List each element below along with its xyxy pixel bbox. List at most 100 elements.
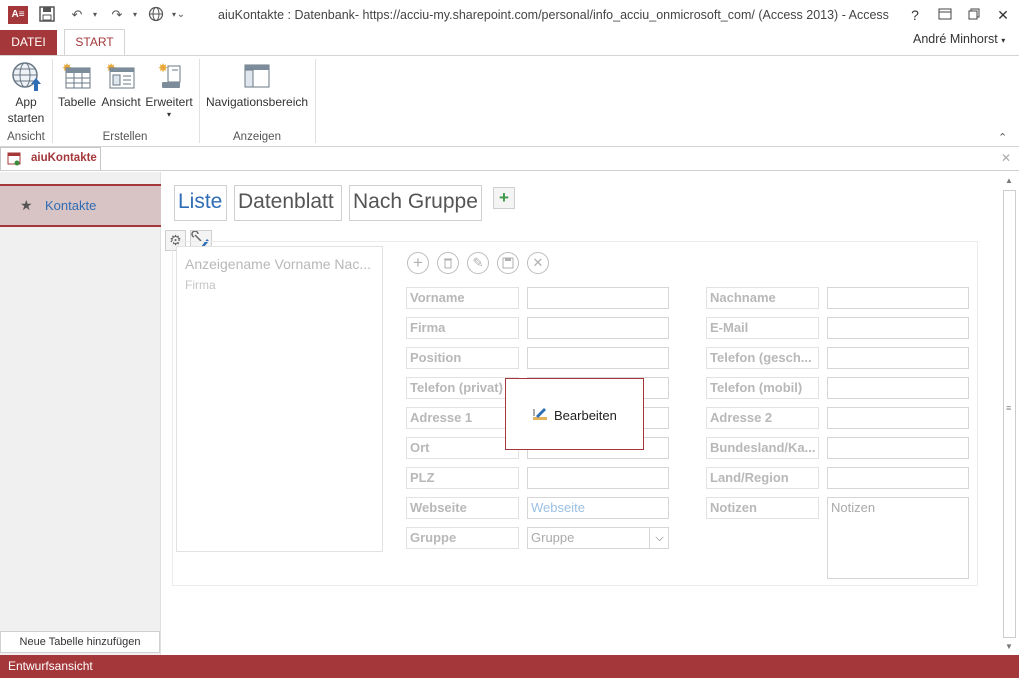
gruppe-dropdown-value: Gruppe	[531, 530, 575, 545]
label-gruppe: Gruppe	[406, 527, 519, 549]
label-position: Position	[406, 347, 519, 369]
field-adresse-2[interactable]	[827, 407, 969, 429]
user-label: André Minhorst	[913, 32, 998, 46]
scroll-up-icon[interactable]: ▲	[1005, 176, 1013, 185]
redo-icon[interactable]: ↷	[108, 6, 126, 24]
erweitert-button[interactable]: ✸ Erweitert ▾	[144, 60, 194, 126]
list-control[interactable]: Anzeigename Vorname Nac... Firma	[176, 246, 383, 552]
label-vorname: Vorname	[406, 287, 519, 309]
window-title: aiuKontakte : Datenbank- https://acciu-m…	[218, 8, 889, 22]
view-tab-liste[interactable]: Liste	[174, 185, 227, 221]
label-telefon-mobil: Telefon (mobil)	[706, 377, 819, 399]
label-ort: Ort	[406, 437, 519, 459]
field-notizen[interactable]: Notizen	[827, 497, 969, 579]
add-view-button[interactable]: +	[493, 187, 515, 209]
field-gruppe-dropdown[interactable]: Gruppe ⌵	[527, 527, 669, 549]
erweitert-label: Erweitert	[145, 95, 193, 109]
field-firma[interactable]	[527, 317, 669, 339]
app-starten-button[interactable]: App starten	[6, 60, 46, 128]
nav-item-kontakte[interactable]: ★ Kontakte	[0, 184, 161, 227]
document-tab-label: aiuKontakte	[31, 152, 97, 164]
vertical-scrollbar[interactable]: ▲ ≡ ▼	[1001, 172, 1019, 655]
list-title: Anzeigename Vorname Nac...	[185, 256, 371, 272]
field-vorname[interactable]	[527, 287, 669, 309]
group-separator	[199, 59, 200, 143]
scrollbar-thumb[interactable]: ≡	[1003, 190, 1016, 638]
user-dropdown-icon: ▾	[1001, 36, 1006, 45]
field-bundesland[interactable]	[827, 437, 969, 459]
label-adresse-1: Adresse 1	[406, 407, 519, 429]
undo-icon[interactable]: ↶	[68, 6, 86, 24]
edit-record-icon[interactable]: ✎	[467, 252, 489, 274]
label-email: E-Mail	[706, 317, 819, 339]
scroll-down-icon[interactable]: ▼	[1005, 642, 1013, 651]
tabelle-button[interactable]: ✸ Tabelle	[56, 60, 98, 120]
ansicht-button[interactable]: ✸ Ansicht	[100, 60, 142, 120]
customize-qat-icon[interactable]: ⌄	[172, 6, 190, 24]
label-webseite: Webseite	[406, 497, 519, 519]
status-text: Entwurfsansicht	[8, 659, 93, 673]
label-firma: Firma	[406, 317, 519, 339]
navigationsbereich-label: Navigationsbereich	[205, 95, 309, 109]
globe-arrow-icon	[6, 60, 46, 94]
view-tab-datenblatt[interactable]: Datenblatt	[234, 185, 342, 221]
status-bar: Entwurfsansicht	[0, 655, 1019, 678]
field-email[interactable]	[827, 317, 969, 339]
group-separator	[315, 59, 316, 143]
group-label-erstellen: Erstellen	[102, 131, 148, 143]
advanced-icon: ✸	[144, 60, 194, 94]
cancel-record-icon[interactable]: ✕	[527, 252, 549, 274]
document-tab[interactable]: aiuKontakte	[0, 147, 101, 170]
title-bar: A≡ ↶ ▾ ↷ ▾ ▾ ⌄ aiuKontakte : Datenbank- …	[0, 0, 1019, 30]
label-telefon-geschaeftlich: Telefon (gesch...	[706, 347, 819, 369]
close-document-icon[interactable]: ✕	[1001, 151, 1011, 165]
erweitert-dropdown-icon: ▾	[166, 110, 171, 119]
redo-dropdown-icon[interactable]: ▾	[126, 6, 144, 24]
label-adresse-2: Adresse 2	[706, 407, 819, 429]
edit-popup: Bearbeiten	[505, 378, 644, 450]
chevron-down-icon[interactable]: ⌵	[649, 528, 668, 548]
group-separator	[52, 59, 53, 143]
navigationsbereich-button[interactable]: Navigationsbereich	[204, 60, 310, 120]
field-land-region[interactable]	[827, 467, 969, 489]
restore-button[interactable]	[963, 5, 985, 25]
group-label-ansicht: Ansicht	[7, 131, 45, 143]
delete-record-icon[interactable]	[437, 252, 459, 274]
save-record-icon[interactable]	[497, 252, 519, 274]
user-name[interactable]: André Minhorst ▾	[913, 32, 1005, 46]
document-tab-bar	[0, 147, 1019, 171]
field-telefon-geschaeftlich[interactable]	[827, 347, 969, 369]
undo-dropdown-icon[interactable]: ▾	[86, 6, 104, 24]
field-webseite[interactable]: Webseite	[527, 497, 669, 519]
access-logo-icon[interactable]: A≡	[8, 6, 28, 24]
field-telefon-mobil[interactable]	[827, 377, 969, 399]
label-land-region: Land/Region	[706, 467, 819, 489]
app-starten-label-1: App	[15, 95, 37, 109]
help-button[interactable]: ?	[904, 5, 926, 25]
tab-datei[interactable]: DATEI	[0, 30, 57, 55]
ribbon-display-icon[interactable]	[934, 5, 956, 25]
star-icon: ★	[20, 197, 33, 213]
field-nachname[interactable]	[827, 287, 969, 309]
collapse-ribbon-icon[interactable]: ⌃	[998, 131, 1007, 144]
ansicht-label: Ansicht	[101, 95, 141, 109]
tab-start[interactable]: START	[64, 29, 125, 56]
navigation-pane-icon	[204, 60, 310, 94]
app-document-icon	[7, 152, 21, 169]
label-bundesland: Bundesland/Ka...	[706, 437, 819, 459]
label-telefon-privat: Telefon (privat)	[406, 377, 519, 399]
field-plz[interactable]	[527, 467, 669, 489]
add-record-icon[interactable]: +	[407, 252, 429, 274]
label-plz: PLZ	[406, 467, 519, 489]
scroll-grip-icon: ≡	[1006, 403, 1012, 413]
save-icon[interactable]	[38, 6, 56, 24]
field-position[interactable]	[527, 347, 669, 369]
label-nachname: Nachname	[706, 287, 819, 309]
close-button[interactable]: ✕	[992, 5, 1014, 25]
add-table-button[interactable]: Neue Tabelle hinzufügen	[0, 631, 160, 653]
edit-popup-label[interactable]: Bearbeiten	[554, 408, 617, 423]
globe-icon[interactable]	[147, 6, 165, 24]
view-tab-nach-gruppe[interactable]: Nach Gruppe	[349, 185, 482, 221]
svg-text:✸: ✸	[158, 61, 168, 75]
label-notizen: Notizen	[706, 497, 819, 519]
